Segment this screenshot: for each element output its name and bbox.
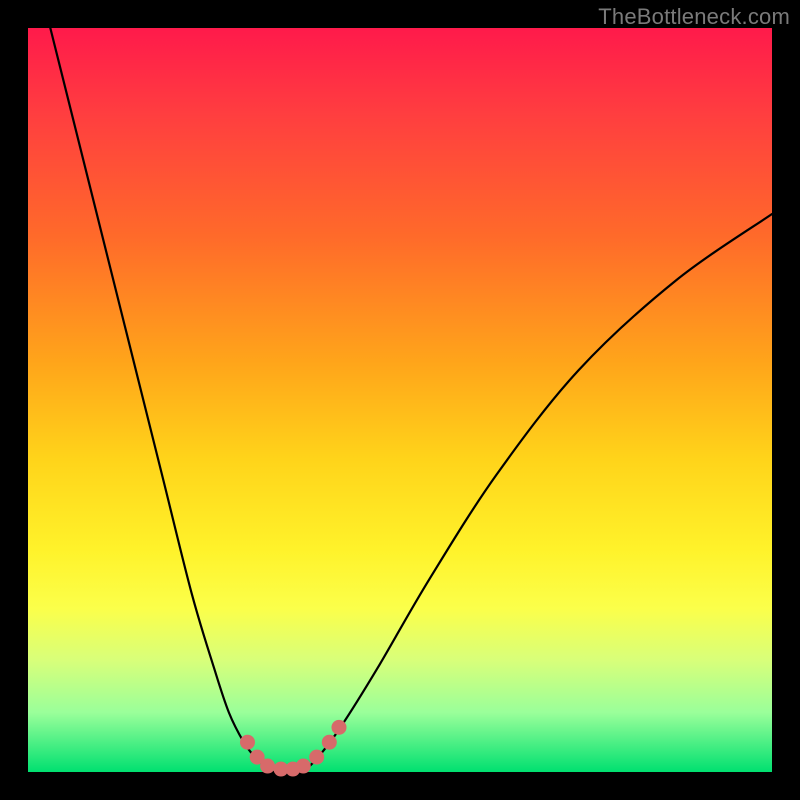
curve-right <box>303 214 772 772</box>
plot-area <box>28 28 772 772</box>
data-point <box>240 735 255 750</box>
highlighted-points <box>240 720 347 777</box>
curve-left <box>50 28 266 772</box>
chart-frame: TheBottleneck.com <box>0 0 800 800</box>
data-point <box>296 759 311 774</box>
data-point <box>331 720 346 735</box>
watermark-text: TheBottleneck.com <box>598 4 790 30</box>
chart-svg <box>28 28 772 772</box>
data-point <box>322 735 337 750</box>
data-point <box>260 759 275 774</box>
data-point <box>309 750 324 765</box>
